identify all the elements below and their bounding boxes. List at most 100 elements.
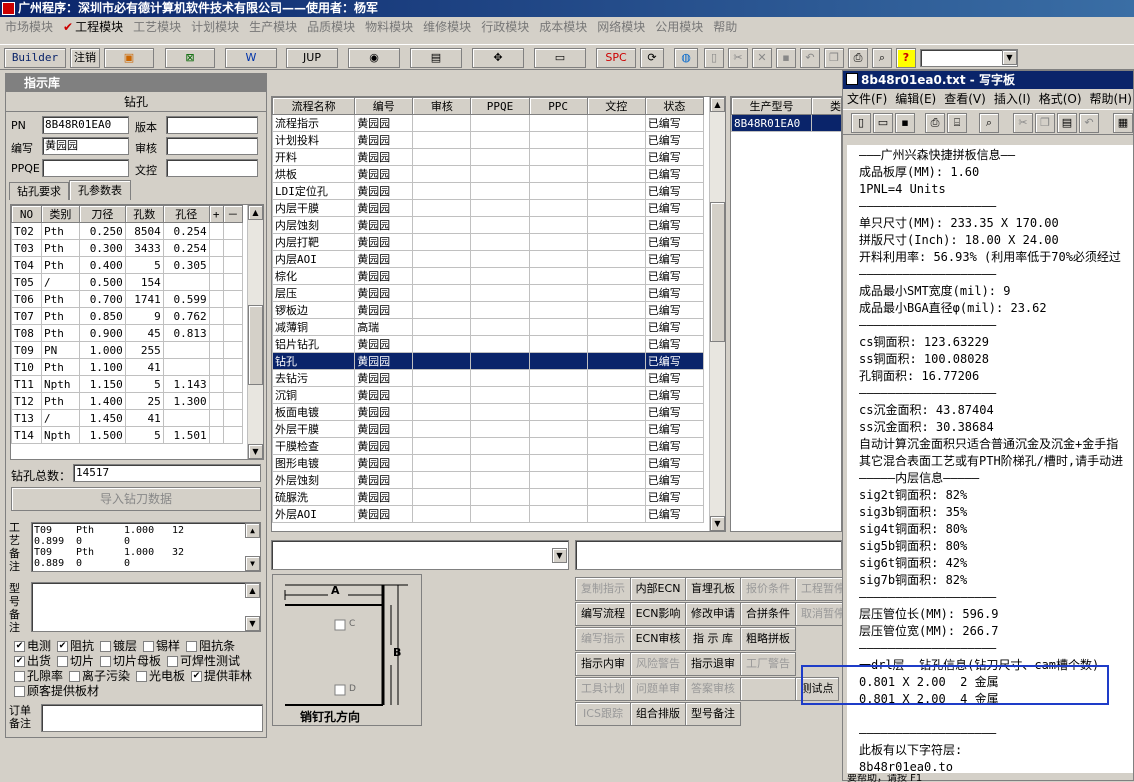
table-row[interactable]: 内层AOI 黄园园 已编写 — [272, 250, 705, 268]
wordpad-menu-item[interactable]: 帮助(H) — [1086, 89, 1134, 109]
checkbox-icon[interactable] — [100, 656, 112, 667]
scroll-down-icon[interactable]: ▼ — [245, 616, 260, 631]
ppqe-field[interactable] — [42, 159, 129, 177]
table-row[interactable]: 外层AOI 黄园园 已编写 — [272, 505, 705, 523]
checkbox-option[interactable]: 可焊性测试 — [167, 654, 240, 668]
table-row[interactable]: T08 Pth 0.900 45 0.813 — [11, 324, 244, 342]
builder-button[interactable]: Builder — [4, 48, 66, 68]
checkbox-option[interactable]: 阻抗条 — [186, 639, 235, 653]
process-header[interactable]: 文控 — [586, 97, 646, 115]
process-header[interactable]: PPC — [528, 97, 588, 115]
table-row[interactable]: T07 Pth 0.850 9 0.762 — [11, 307, 244, 325]
jup-button[interactable]: JUP — [286, 48, 338, 68]
table-row[interactable]: 减薄铜 高瑞 已编写 — [272, 318, 705, 336]
process-header[interactable]: 流程名称 — [272, 97, 356, 115]
menu-item-3[interactable]: 计划模块 — [186, 17, 244, 37]
paste-icon[interactable]: ▤ — [1057, 113, 1077, 133]
scroll-thumb[interactable] — [710, 202, 725, 342]
action-button-1-2[interactable]: 修改申请 — [685, 602, 741, 626]
action-button-4-1[interactable]: 问题单审核 — [630, 677, 686, 717]
table-row[interactable]: T05/0.500 154 — [11, 273, 244, 291]
cut-icon[interactable]: ✂ — [728, 48, 748, 68]
table-row[interactable]: 钻孔 黄园园 已编写 — [272, 352, 705, 370]
wordpad-menu-item[interactable]: 文件(F) — [843, 89, 891, 109]
menu-item-9[interactable]: 成本模块 — [534, 17, 592, 37]
menu-item-11[interactable]: 公用模块 — [650, 17, 708, 37]
process-combo[interactable]: ▼ — [271, 540, 569, 570]
table-row[interactable]: 干膜检查 黄园园 已编写 — [272, 437, 705, 455]
menu-item-0[interactable]: 市场模块 — [0, 17, 58, 37]
table-row[interactable]: 内层蚀刻 黄园园 已编写 — [272, 216, 705, 234]
table-row[interactable]: T10 Pth 1.100 41 — [11, 358, 244, 376]
process-note-field[interactable]: T09 Pth 1.000 12 0.899 0 0 T09 Pth 1.000 32 0.889 0 0… — [31, 522, 261, 572]
checkbox-icon[interactable] — [69, 671, 81, 682]
preview-icon[interactable]: ⌸ — [947, 113, 967, 133]
checkbox-option[interactable]: ✔ 出货 — [14, 654, 51, 668]
drill-header[interactable]: 类别 — [40, 205, 80, 223]
checkbox-option[interactable]: ✔ 电测 — [14, 639, 51, 653]
open-icon[interactable]: ▭ — [873, 113, 893, 133]
checkbox-option[interactable]: ✔ 提供菲林 — [191, 669, 252, 683]
logout-button[interactable]: 注销 — [70, 48, 100, 68]
action-button-4-3[interactable] — [740, 677, 796, 701]
drill-header[interactable]: NO — [11, 205, 42, 223]
checkbox-checked-icon[interactable]: ✔ — [57, 641, 69, 652]
table-row[interactable]: 去钻污 黄园园 已编写 — [272, 369, 705, 387]
checkbox-option[interactable]: 锡样 — [143, 639, 180, 653]
action-button-4-2[interactable]: 答案审核 — [685, 677, 741, 701]
eye-icon[interactable]: ◉ — [348, 48, 400, 68]
wenkong-field[interactable] — [166, 159, 258, 177]
undo-icon[interactable]: ↶ — [800, 48, 820, 68]
process-header[interactable]: 编号 — [354, 97, 414, 115]
checkbox-icon[interactable] — [167, 656, 179, 667]
version-field[interactable] — [166, 116, 258, 134]
print-icon[interactable]: ⎙ — [925, 113, 945, 133]
table-row[interactable]: 层压 黄园园 已编写 — [272, 284, 705, 302]
drill-header[interactable]: + — [208, 205, 224, 223]
scroll-up-icon[interactable]: ▲ — [710, 97, 725, 112]
action-button-3-1[interactable]: 风险警告 — [630, 652, 686, 676]
find-icon[interactable]: ⌕ — [979, 113, 999, 133]
wordpad-menu-item[interactable]: 查看(V) — [940, 89, 990, 109]
scroll-up-icon[interactable]: ▲ — [245, 523, 260, 538]
table-row[interactable]: 内层打靶 黄园园 已编写 — [272, 233, 705, 251]
database-icon[interactable]: ▤ — [410, 48, 462, 68]
process-header[interactable]: 状态 — [644, 97, 705, 115]
delete-icon[interactable]: ✕ — [752, 48, 772, 68]
checkbox-icon[interactable] — [14, 686, 25, 697]
wordpad-menu-item[interactable]: 插入(I) — [990, 89, 1035, 109]
drill-header[interactable]: － — [222, 205, 244, 223]
checkbox-icon[interactable] — [186, 641, 198, 652]
action-button-3-2[interactable]: 指示退审 — [685, 652, 741, 676]
scroll-down-icon[interactable]: ▼ — [245, 556, 260, 571]
checkbox-option[interactable]: 光电板 — [136, 669, 185, 683]
save-icon[interactable]: ▪ — [895, 113, 915, 133]
table-row[interactable]: 内层干膜 黄园园 已编写 — [272, 199, 705, 217]
scroll-down-icon[interactable]: ▼ — [248, 444, 263, 459]
table-row[interactable]: 图形电镀 黄园园 已编写 — [272, 454, 705, 472]
print-icon[interactable]: ⎙ — [848, 48, 868, 68]
checkbox-option[interactable]: 镀层 — [100, 639, 137, 653]
action-button-1-3[interactable]: 合拼条件 — [740, 602, 796, 626]
drill-header[interactable]: 刀径 — [78, 205, 126, 223]
drill-header[interactable]: 孔径 — [162, 205, 210, 223]
checkbox-option[interactable]: 切片 — [57, 654, 94, 668]
computer-icon[interactable]: ▭ — [534, 48, 586, 68]
table-row[interactable]: T03 Pth 0.300 3433 0.254 — [11, 239, 244, 257]
menu-item-10[interactable]: 网络模块 — [592, 17, 650, 37]
checkbox-icon[interactable] — [14, 671, 25, 682]
scroll-up-icon[interactable]: ▲ — [248, 205, 263, 220]
checkbox-checked-icon[interactable]: ✔ — [191, 671, 203, 682]
action-button-2-1[interactable]: ECN审核 — [630, 627, 686, 651]
menu-item-6[interactable]: 物料模块 — [360, 17, 418, 37]
table-row[interactable]: T06 Pth 0.700 1741 0.599 — [11, 290, 244, 308]
table-row[interactable]: 流程指示 黄园园 已编写 — [272, 114, 705, 132]
table-row[interactable]: 硫脲洗 黄园园 已编写 — [272, 488, 705, 506]
model-cell[interactable]: 8B48R01EA0 — [731, 114, 812, 132]
process-scrollbar[interactable]: ▲ ▼ — [709, 97, 725, 531]
globe-icon[interactable]: ◍ — [674, 48, 698, 68]
table-row[interactable]: T11 Npth 1.150 5 1.143 — [11, 375, 244, 393]
datetime-icon[interactable]: ▦ — [1113, 113, 1133, 133]
table-row[interactable]: 铝片钻孔 黄园园 已编写 — [272, 335, 705, 353]
table-row[interactable]: 外层蚀刻 黄园园 已编写 — [272, 471, 705, 489]
